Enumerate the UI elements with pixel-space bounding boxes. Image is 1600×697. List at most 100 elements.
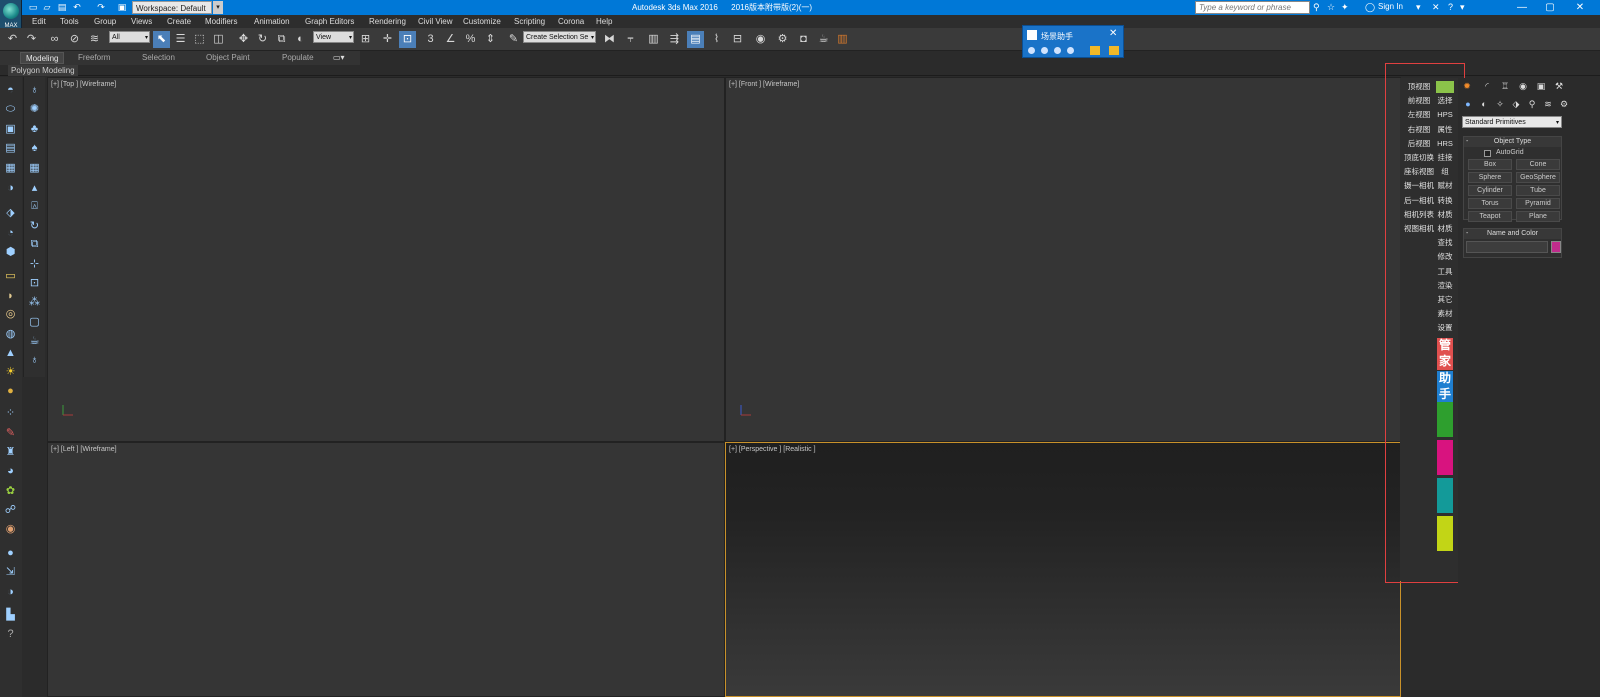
primitive-button-torus[interactable]: Torus [1468, 198, 1512, 209]
menu-views[interactable]: Views [131, 16, 152, 27]
create-tab-icon[interactable]: ✹ [1460, 80, 1474, 93]
tab-object-paint[interactable]: Object Paint [206, 53, 250, 62]
dot-button[interactable] [1041, 47, 1048, 54]
reference-coord-dropdown[interactable]: View ▾ [313, 31, 354, 43]
mirror-icon[interactable]: ⧓ [601, 31, 618, 48]
primitive-button-sphere[interactable]: Sphere [1468, 172, 1512, 183]
dot-button[interactable] [1067, 47, 1074, 54]
chevron-down-icon[interactable]: ▾ [1460, 2, 1465, 13]
object-type-header[interactable]: - Object Type [1464, 137, 1561, 147]
align-icon[interactable]: ⫧ [622, 31, 639, 48]
color-block-button[interactable] [1437, 440, 1453, 475]
workspace-dropdown[interactable]: Workspace: Default [132, 1, 212, 14]
render-iterative-icon[interactable]: ▥ [834, 31, 851, 48]
viewport-front[interactable]: [+] [Front ] [Wireframe] [725, 77, 1401, 442]
cone-light-icon[interactable]: ▴ [27, 181, 42, 196]
folder-icon[interactable] [1109, 46, 1119, 55]
name-color-header[interactable]: - Name and Color [1464, 229, 1561, 239]
scene-tool-button[interactable]: 材质 [1436, 223, 1454, 235]
rotate-icon[interactable]: ↻ [254, 31, 271, 48]
cylinder-icon[interactable]: ⬭ [3, 102, 18, 117]
undo-icon[interactable]: ↶ [4, 31, 21, 48]
render-teapot-icon[interactable]: ☕ [815, 31, 832, 48]
close-button[interactable]: ✕ [1566, 0, 1594, 15]
menu-rendering[interactable]: Rendering [369, 16, 406, 27]
color-block-button[interactable] [1437, 402, 1453, 437]
scene-tool-button[interactable] [1436, 81, 1454, 93]
bulb-icon[interactable]: ♁ [27, 83, 42, 98]
render-setup-icon[interactable]: ⚙ [774, 31, 791, 48]
scene-tool-button[interactable]: 赋材 [1436, 180, 1454, 192]
rendered-frame-icon[interactable]: ◘ [795, 31, 812, 48]
scene-tool-button[interactable]: 修改 [1436, 251, 1454, 263]
unlink-icon[interactable]: ⊘ [66, 31, 83, 48]
utilities-tab-icon[interactable]: ⚒ [1552, 80, 1566, 93]
ribbon-toggle-button[interactable]: ▤ [687, 31, 704, 48]
menu-scripting[interactable]: Scripting [514, 16, 545, 27]
cameras-icon[interactable]: ⬗ [1510, 98, 1522, 110]
sphere-icon[interactable]: ● [3, 384, 18, 399]
motion-tab-icon[interactable]: ◉ [1516, 80, 1530, 93]
spacewarp-icon[interactable]: ⬢ [3, 245, 18, 260]
link-icon[interactable]: ∞ [46, 31, 63, 48]
chevron-down-icon[interactable]: ▾ [213, 1, 223, 14]
scene-view-button[interactable]: 摄一相机 [1403, 180, 1435, 192]
save-icon[interactable]: ▤ [57, 2, 67, 12]
tree-icon[interactable]: ♣ [27, 122, 42, 137]
primitive-button-teapot[interactable]: Teapot [1468, 211, 1512, 222]
help-icon[interactable]: ? [3, 627, 18, 642]
tab-selection[interactable]: Selection [142, 53, 175, 62]
menu-create[interactable]: Create [167, 16, 191, 27]
named-selection-dropdown[interactable]: Create Selection Se ▾ [523, 31, 596, 43]
scene-tool-button[interactable]: 组 [1436, 166, 1454, 178]
app-logo[interactable]: MAX [0, 0, 22, 30]
undo-icon[interactable]: ↶ [72, 2, 82, 12]
schematic-view-icon[interactable]: ⊟ [729, 31, 746, 48]
close-icon[interactable]: ✕ [1109, 28, 1117, 39]
angle-snap-icon[interactable]: ∠ [442, 31, 459, 48]
viewport-label[interactable]: [+] [Left ] [Wireframe] [51, 446, 117, 453]
new-file-icon[interactable]: ▭ [28, 2, 38, 12]
walk-icon[interactable]: ☍ [3, 503, 18, 518]
cube-icon[interactable]: ⧉ [27, 237, 42, 252]
scene-view-button[interactable]: 左视图 [1403, 109, 1435, 121]
select-object-button[interactable]: ⬉ [153, 31, 170, 48]
snap-toggle-icon[interactable]: 3 [422, 31, 439, 48]
globe-icon[interactable]: ◕ [3, 464, 18, 479]
spinner-snap-icon[interactable]: ⇕ [482, 31, 499, 48]
scene-tool-button[interactable]: 素材 [1436, 308, 1454, 320]
menu-corona[interactable]: Corona [558, 16, 584, 27]
scene-tool-button[interactable]: 转换 [1436, 195, 1454, 207]
camera-icon[interactable]: ⬗ [3, 206, 18, 221]
torus-icon[interactable]: ◍ [3, 327, 18, 342]
scene-view-button[interactable]: 后一相机 [1403, 195, 1435, 207]
scene-tool-button[interactable]: 挂接 [1436, 152, 1454, 164]
light-icon[interactable]: ◑ [3, 181, 18, 196]
scene-view-button[interactable]: 后视图 [1403, 138, 1435, 150]
menu-tools[interactable]: Tools [60, 16, 79, 27]
minimize-button[interactable]: — [1508, 0, 1536, 15]
primitive-button-cylinder[interactable]: Cylinder [1468, 185, 1512, 196]
tab-modeling[interactable]: Modeling [20, 52, 65, 64]
scene-view-button[interactable]: 右视图 [1403, 124, 1435, 136]
scale-icon[interactable]: ⧉ [273, 31, 290, 48]
primitive-button-geosphere[interactable]: GeoSphere [1516, 172, 1560, 183]
search-input[interactable]: Type a keyword or phrase [1195, 1, 1310, 14]
hierarchy-tab-icon[interactable]: ♖ [1498, 80, 1512, 93]
color-block-button[interactable] [1437, 516, 1453, 551]
sun-icon[interactable]: ☀ [3, 365, 18, 380]
folder-icon[interactable] [1090, 46, 1100, 55]
redo-icon[interactable]: ↷ [96, 2, 106, 12]
manager-helper-label[interactable]: 手 [1437, 387, 1453, 403]
primitive-button-tube[interactable]: Tube [1516, 185, 1560, 196]
rotate-icon[interactable]: ↻ [27, 219, 42, 234]
viewport-label[interactable]: [+] [Front ] [Wireframe] [729, 81, 799, 88]
primitive-button-pyramid[interactable]: Pyramid [1516, 198, 1560, 209]
hemisphere-icon[interactable]: ◗ [3, 289, 18, 304]
lamp-icon[interactable]: ⍓ [27, 199, 42, 214]
window-crossing-icon[interactable]: ◫ [210, 31, 227, 48]
document-icon[interactable]: ▙ [3, 608, 18, 623]
scene-tool-button[interactable]: 属性 [1436, 124, 1454, 136]
scene-view-button[interactable]: 顶底切换 [1403, 152, 1435, 164]
scene-view-button[interactable]: 相机列表 [1403, 209, 1435, 221]
